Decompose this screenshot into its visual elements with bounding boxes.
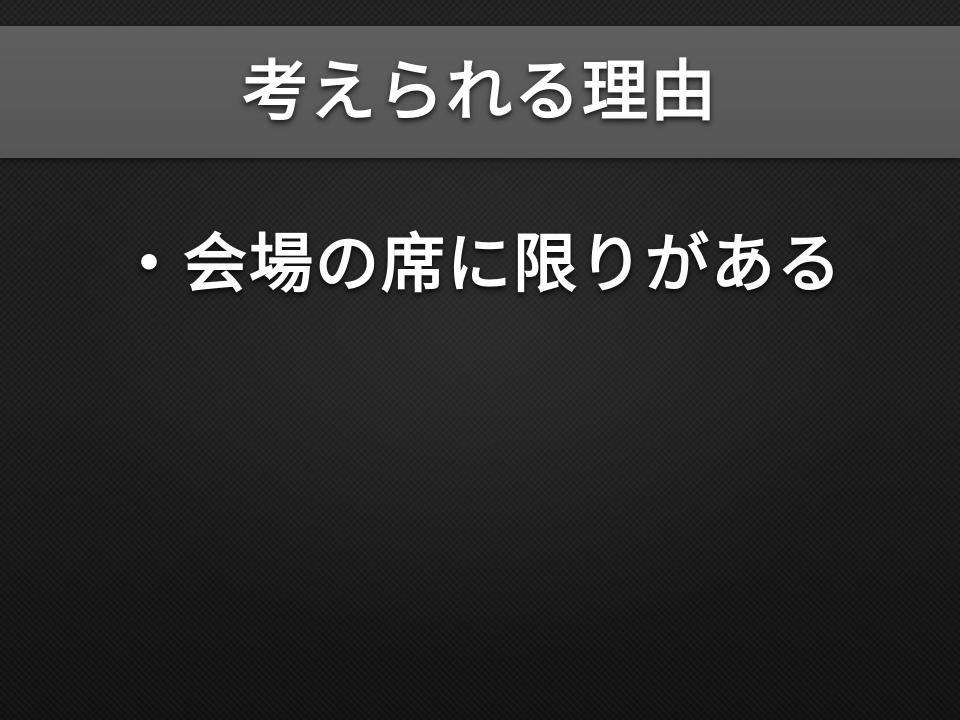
slide: 考えられる理由 ・会場の席に限りがある: [0, 0, 960, 720]
bullet-item: ・会場の席に限りがある: [117, 228, 843, 302]
slide-title: 考えられる理由: [242, 53, 718, 130]
bullet-list: ・会場の席に限りがある: [0, 220, 960, 310]
title-band: 考えられる理由: [0, 26, 960, 158]
